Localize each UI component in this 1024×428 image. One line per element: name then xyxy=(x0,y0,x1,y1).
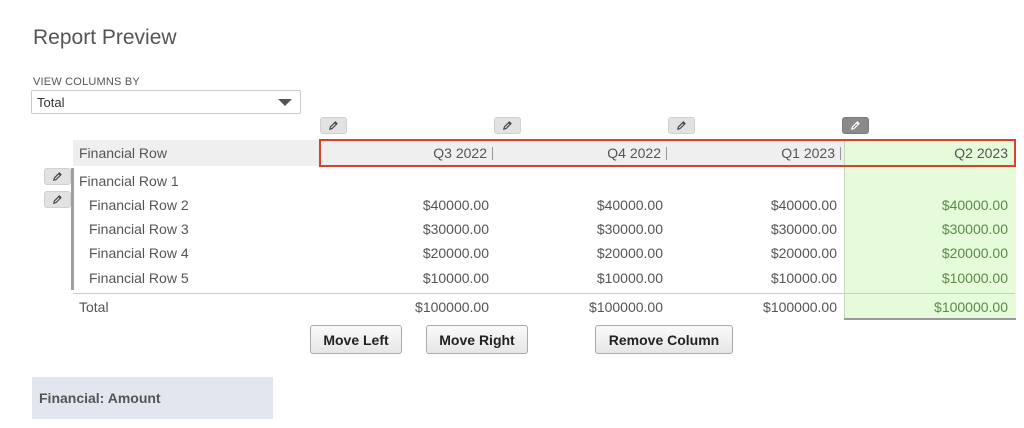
table-cell: $10000.00 xyxy=(422,270,489,286)
total-cell: $100000.00 xyxy=(415,299,489,315)
table-cell: $20000.00 xyxy=(596,245,663,261)
table-cell: $40000.00 xyxy=(770,197,837,213)
column-header-q4-2022[interactable]: Q4 2022 xyxy=(504,145,661,161)
row-label: Financial Row 3 xyxy=(89,221,189,237)
pencil-icon xyxy=(503,121,512,130)
table-cell: $10000.00 xyxy=(596,270,663,286)
view-columns-selected-value: Total xyxy=(37,95,65,110)
edit-row-button[interactable] xyxy=(44,168,71,185)
table-cell: $10000.00 xyxy=(770,270,837,286)
total-divider xyxy=(73,293,1015,294)
edit-column-q4-2022-button[interactable] xyxy=(494,117,521,134)
total-row-label: Total xyxy=(79,299,109,315)
column-header-q3-2022[interactable]: Q3 2022 xyxy=(330,145,487,161)
edit-column-q1-2023-button[interactable] xyxy=(668,117,695,134)
edit-column-q3-2022-button[interactable] xyxy=(320,117,347,134)
pencil-icon xyxy=(851,121,860,130)
column-resize-handle[interactable] xyxy=(492,147,493,160)
row-label: Financial Row 5 xyxy=(89,270,189,286)
view-columns-select[interactable]: Total xyxy=(31,90,301,114)
chevron-down-icon xyxy=(278,99,292,106)
table-cell: $10000.00 xyxy=(941,270,1008,286)
total-cell: $100000.00 xyxy=(763,299,837,315)
row-group-bracket xyxy=(71,168,74,290)
column-header-q1-2023[interactable]: Q1 2023 xyxy=(678,145,835,161)
row-label: Financial Row 2 xyxy=(89,197,189,213)
table-cell: $40000.00 xyxy=(422,197,489,213)
table-cell: $40000.00 xyxy=(596,197,663,213)
table-cell: $30000.00 xyxy=(596,221,663,237)
pencil-icon xyxy=(53,195,62,204)
table-cell: $20000.00 xyxy=(770,245,837,261)
column-resize-handle[interactable] xyxy=(840,147,841,160)
column-header-q2-2023[interactable]: Q2 2023 xyxy=(852,145,1008,161)
total-cell: $100000.00 xyxy=(934,299,1008,315)
table-cell: $40000.00 xyxy=(941,197,1008,213)
page-title: Report Preview xyxy=(33,26,177,49)
table-cell: $30000.00 xyxy=(770,221,837,237)
remove-column-button[interactable]: Remove Column xyxy=(595,325,733,354)
column-resize-handle[interactable] xyxy=(666,147,667,160)
pencil-icon xyxy=(53,172,62,181)
pencil-icon xyxy=(677,121,686,130)
row-label: Financial Row 4 xyxy=(89,245,189,261)
row-header-label: Financial Row xyxy=(79,145,167,161)
pencil-icon xyxy=(329,121,338,130)
table-cell: $30000.00 xyxy=(422,221,489,237)
group-row-label: Financial Row 1 xyxy=(79,173,179,189)
move-left-button[interactable]: Move Left xyxy=(310,325,402,354)
table-cell: $20000.00 xyxy=(941,245,1008,261)
view-columns-label: VIEW COLUMNS BY xyxy=(33,76,140,88)
selected-column-bottom-border xyxy=(844,318,1016,320)
total-cell: $100000.00 xyxy=(589,299,663,315)
edit-row-button[interactable] xyxy=(44,191,71,208)
table-cell: $30000.00 xyxy=(941,221,1008,237)
edit-column-q2-2023-button[interactable] xyxy=(842,117,869,134)
move-right-button[interactable]: Move Right xyxy=(426,325,528,354)
table-cell: $20000.00 xyxy=(422,245,489,261)
financial-amount-label: Financial: Amount xyxy=(39,390,161,406)
